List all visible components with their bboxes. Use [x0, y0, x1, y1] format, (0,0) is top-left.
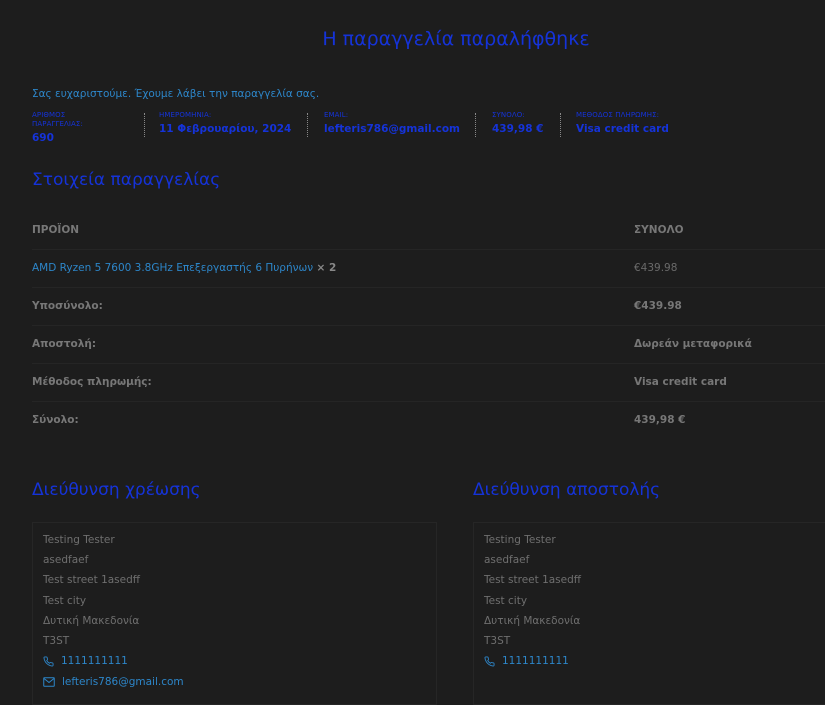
overview-payment-method: ΜΕΘΟΔΟΣ ΠΛΗΡΩΜΗΣ: Visa credit card	[576, 111, 669, 136]
page-title: Η παραγγελία παραλήφθηκε	[322, 28, 590, 50]
subtotal-value: €439.98	[634, 300, 682, 312]
payment-method-label: Μέθοδος πληρωμής:	[32, 376, 152, 388]
billing-region: Δυτική Μακεδονία	[43, 614, 140, 627]
overview-order-number: ΑΡΙΘΜΟΣ ΠΑΡΑΓΓΕΛΙΑΣ: 690	[32, 111, 83, 145]
thank-you-message: Σας ευχαριστούμε. Έχουμε λάβει την παραγ…	[32, 88, 320, 100]
shipping-value: Δωρεάν μεταφορικά	[634, 338, 752, 350]
billing-address-card: Testing Tester asedfaef Test street 1ase…	[32, 522, 437, 705]
shipping-name: Testing Tester	[484, 534, 556, 546]
overview-value: Visa credit card	[576, 123, 669, 135]
overview-label: ΗΜΕΡΟΜΗΝΙΑ:	[159, 111, 212, 119]
shipping-address-card: Testing Tester asedfaef Test street 1ase…	[473, 522, 825, 705]
overview-divider	[475, 113, 476, 137]
billing-name: Testing Tester	[43, 534, 115, 546]
total-column-header: ΣΥΝΟΛΟ	[634, 224, 684, 236]
order-details-table: ΠΡΟΪΟΝ ΣΥΝΟΛΟ AMD Ryzen 5 7600 3.8GHz Επ…	[32, 212, 825, 439]
billing-street: Test street 1asedff	[43, 574, 141, 587]
table-row: Αποστολή: Δωρεάν μεταφορικά	[32, 326, 825, 364]
billing-email[interactable]: lefteris786@gmail.com	[43, 672, 184, 693]
overview-value: 690	[32, 132, 54, 144]
product-total: €439.98	[634, 262, 678, 274]
payment-method-value: Visa credit card	[634, 376, 727, 388]
phone-icon	[484, 656, 495, 667]
billing-address-title: Διεύθυνση χρέωσης	[32, 480, 201, 500]
product-column-header: ΠΡΟΪΟΝ	[32, 224, 80, 236]
shipping-phone-number[interactable]: 1111111111	[502, 651, 569, 672]
overview-email: EMAIL: lefteris786@gmail.com	[324, 111, 460, 136]
envelope-icon	[43, 677, 55, 687]
overview-divider	[144, 113, 145, 137]
shipping-phone[interactable]: 1111111111	[484, 651, 581, 672]
table-row: Σύνολο: 439,98 €	[32, 402, 825, 439]
product-link[interactable]: AMD Ryzen 5 7600 3.8GHz Επεξεργαστής 6 Π…	[32, 262, 313, 274]
overview-date: ΗΜΕΡΟΜΗΝΙΑ: 11 Φεβρουαρίου, 2024	[159, 111, 291, 136]
shipping-company: asedfaef	[484, 554, 530, 567]
billing-company: asedfaef	[43, 554, 89, 567]
overview-label: ΜΕΘΟΔΟΣ ΠΛΗΡΩΜΗΣ:	[576, 111, 660, 119]
billing-email-address[interactable]: lefteris786@gmail.com	[62, 672, 184, 693]
table-header-row: ΠΡΟΪΟΝ ΣΥΝΟΛΟ	[32, 212, 825, 250]
table-row: AMD Ryzen 5 7600 3.8GHz Επεξεργαστής 6 Π…	[32, 250, 825, 288]
overview-divider	[560, 113, 561, 137]
billing-city: Test city	[43, 594, 87, 607]
shipping-label: Αποστολή:	[32, 338, 97, 350]
order-total-label: Σύνολο:	[32, 414, 79, 426]
shipping-street: Test street 1asedff	[484, 574, 582, 587]
table-row: Μέθοδος πληρωμής: Visa credit card	[32, 364, 825, 402]
overview-value: lefteris786@gmail.com	[324, 123, 460, 135]
shipping-address-title: Διεύθυνση αποστολής	[473, 480, 661, 500]
overview-value: 439,98 €	[492, 123, 544, 135]
shipping-postcode: T3ST	[484, 635, 511, 648]
subtotal-label: Υποσύνολο:	[32, 300, 103, 312]
billing-phone[interactable]: 1111111111	[43, 651, 184, 672]
order-details-title: Στοιχεία παραγγελίας	[32, 170, 221, 190]
overview-value: 11 Φεβρουαρίου, 2024	[159, 123, 292, 135]
table-row: Υποσύνολο: €439.98	[32, 288, 825, 326]
shipping-region: Δυτική Μακεδονία	[484, 614, 581, 627]
billing-postcode: T3ST	[43, 635, 70, 648]
shipping-city: Test city	[484, 594, 528, 607]
overview-label: ΑΡΙΘΜΟΣ ΠΑΡΑΓΓΕΛΙΑΣ:	[32, 111, 83, 128]
phone-icon	[43, 656, 54, 667]
overview-label: ΣΥΝΟΛΟ:	[492, 111, 525, 119]
overview-total: ΣΥΝΟΛΟ: 439,98 €	[492, 111, 543, 136]
overview-divider	[307, 113, 308, 137]
billing-phone-number[interactable]: 1111111111	[61, 651, 128, 672]
product-quantity: × 2	[316, 262, 337, 274]
order-total-value: 439,98 €	[634, 414, 686, 426]
overview-label: EMAIL:	[324, 111, 349, 119]
